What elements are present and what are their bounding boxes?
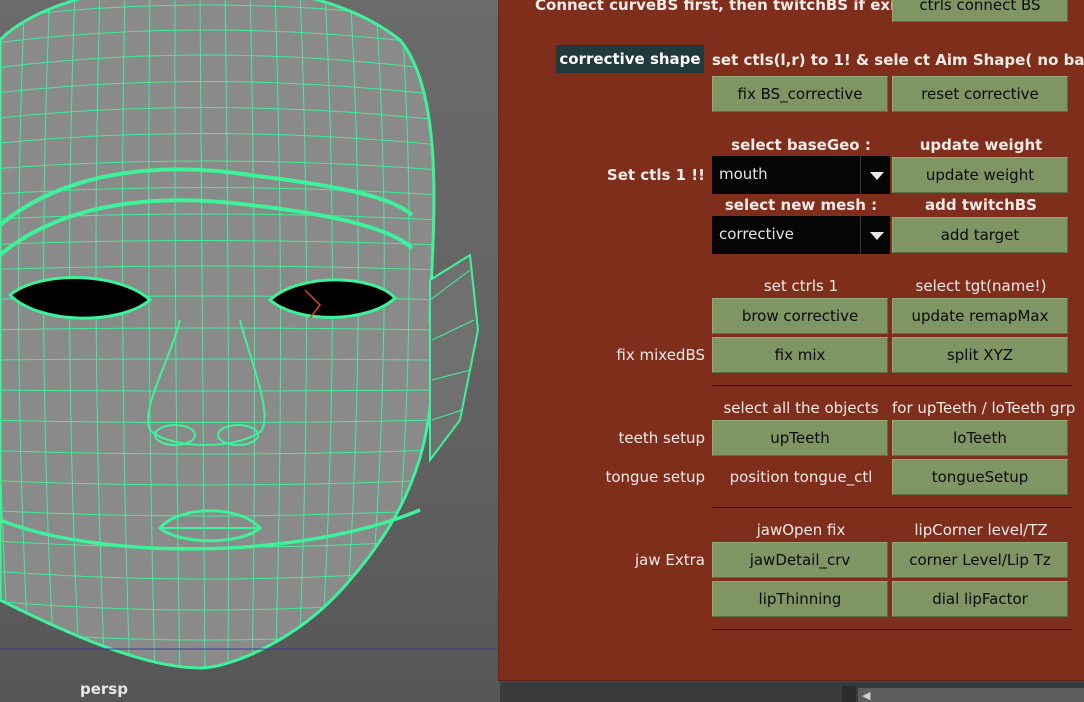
connect-instruction: Connect curveBS first, then twitchBS if … bbox=[535, 0, 921, 14]
for-teeth-grp-header: for upTeeth / loTeeth grp bbox=[892, 399, 1076, 417]
update-weight-button[interactable]: update weight bbox=[892, 157, 1068, 193]
face-rig-tool-panel: Connect curveBS first, then twitchBS if … bbox=[498, 0, 1084, 681]
select-basegeo-header: select baseGeo : bbox=[731, 136, 871, 154]
ctrls-connect-bs-button[interactable]: ctrls connect BS bbox=[892, 0, 1068, 22]
jawopen-fix-header: jawOpen fix bbox=[756, 521, 846, 539]
scrollbar-stub bbox=[842, 686, 856, 702]
basegeo-dropdown[interactable]: mouth bbox=[712, 156, 890, 194]
dial-lipfactor-button[interactable]: dial lipFactor bbox=[892, 581, 1068, 617]
chevron-down-icon[interactable] bbox=[870, 232, 884, 240]
select-new-mesh-header: select new mesh : bbox=[724, 196, 878, 214]
corrective-instruction: set ctls(l,r) to 1! & sele ct Aim Shape(… bbox=[712, 51, 1084, 69]
set-ctls-label: Set ctls 1 !! bbox=[606, 166, 705, 184]
lipcorner-header: lipCorner level/TZ bbox=[914, 521, 1048, 539]
reset-corrective-button[interactable]: reset corrective bbox=[892, 76, 1068, 112]
3d-viewport-persp[interactable]: persp bbox=[0, 0, 500, 702]
tongue-setup-label: tongue setup bbox=[605, 468, 705, 486]
brow-corrective-button[interactable]: brow corrective bbox=[712, 298, 888, 334]
position-tongue-ctl-button[interactable]: position tongue_ctl bbox=[712, 468, 890, 486]
corner-level-lip-tz-button[interactable]: corner Level/Lip Tz bbox=[892, 542, 1068, 578]
camera-label: persp bbox=[80, 680, 128, 698]
fix-mix-button[interactable]: fix mix bbox=[712, 337, 888, 373]
update-weight-header: update weight bbox=[919, 136, 1043, 154]
chevron-down-icon[interactable] bbox=[870, 172, 884, 180]
update-remapmax-button[interactable]: update remapMax bbox=[892, 298, 1068, 334]
basegeo-value: mouth bbox=[719, 165, 768, 183]
add-target-button[interactable]: add target bbox=[892, 217, 1068, 253]
select-tgt-header: select tgt(name!) bbox=[915, 277, 1047, 295]
separator bbox=[712, 629, 1072, 630]
upteeth-button[interactable]: upTeeth bbox=[712, 420, 888, 456]
split-xyz-button[interactable]: split XYZ bbox=[892, 337, 1068, 373]
separator bbox=[712, 507, 1072, 508]
jawdetail-crv-button[interactable]: jawDetail_crv bbox=[712, 542, 888, 578]
teeth-setup-label: teeth setup bbox=[618, 429, 705, 447]
separator bbox=[712, 385, 1072, 386]
add-twitchbs-header: add twitchBS bbox=[925, 196, 1037, 214]
fix-bs-corrective-button[interactable]: fix BS_corrective bbox=[712, 76, 888, 112]
corrective-shape-button[interactable]: corrective shape bbox=[556, 45, 704, 73]
select-all-objects-header: select all the objects bbox=[723, 399, 879, 417]
tongue-setup-button[interactable]: tongueSetup bbox=[892, 459, 1068, 495]
loteeth-button[interactable]: loTeeth bbox=[892, 420, 1068, 456]
head-wireframe-mesh bbox=[0, 0, 500, 670]
set-ctrls-header: set ctrls 1 bbox=[763, 277, 839, 295]
new-mesh-value: corrective bbox=[719, 225, 794, 243]
lipthinning-button[interactable]: lipThinning bbox=[712, 581, 888, 617]
jaw-extra-label: jaw Extra bbox=[635, 551, 705, 569]
fix-mixedbs-label: fix mixedBS bbox=[616, 346, 705, 364]
new-mesh-dropdown[interactable]: corrective bbox=[712, 216, 890, 254]
horizontal-scrollbar[interactable] bbox=[858, 688, 1084, 702]
scroll-left-arrow-icon[interactable]: ◀ bbox=[862, 689, 870, 702]
